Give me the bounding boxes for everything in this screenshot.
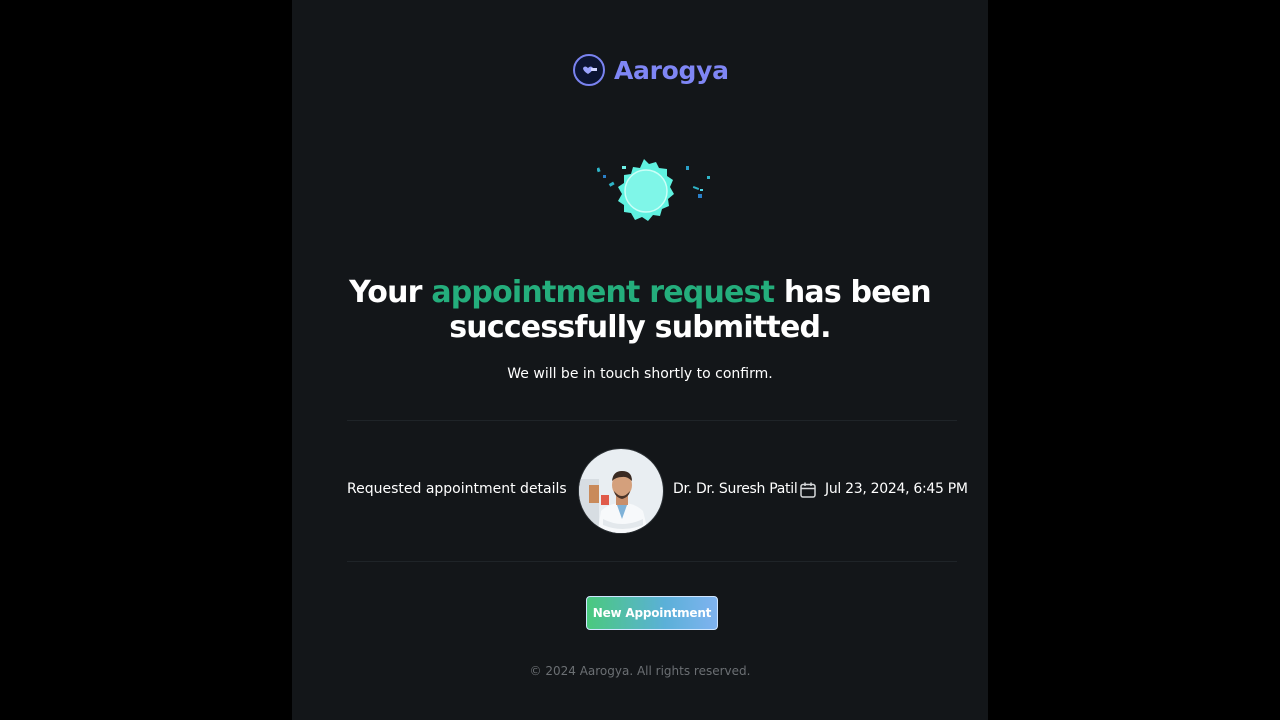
brand-logo[interactable]: Aarogya (573, 51, 729, 89)
logo-mark-icon (573, 54, 605, 86)
success-page-panel: Aarogya Your appointment request has bee… (292, 0, 988, 720)
logo-heart-icon (583, 66, 597, 74)
divider-bottom (347, 561, 957, 562)
brand-name: Aarogya (614, 55, 729, 85)
doctor-name: Dr. Dr. Suresh Patil (673, 481, 798, 497)
doctor-photo (579, 449, 663, 533)
headline-prefix: Your (349, 275, 432, 310)
calendar-icon (800, 482, 816, 498)
success-badge-icon (597, 159, 710, 221)
divider-top (347, 420, 957, 421)
confirmation-headline: Your appointment request has been succes… (292, 275, 988, 345)
footer-copyright: © 2024 Aarogya. All rights reserved. (529, 664, 751, 678)
doctor-avatar (578, 448, 664, 534)
headline-highlight: appointment request (431, 275, 775, 310)
new-appointment-button[interactable]: New Appointment (586, 596, 718, 630)
details-label: Requested appointment details (347, 481, 567, 497)
appointment-datetime: Jul 23, 2024, 6:45 PM (825, 481, 968, 497)
confirmation-subtitle: We will be in touch shortly to confirm. (507, 366, 773, 382)
